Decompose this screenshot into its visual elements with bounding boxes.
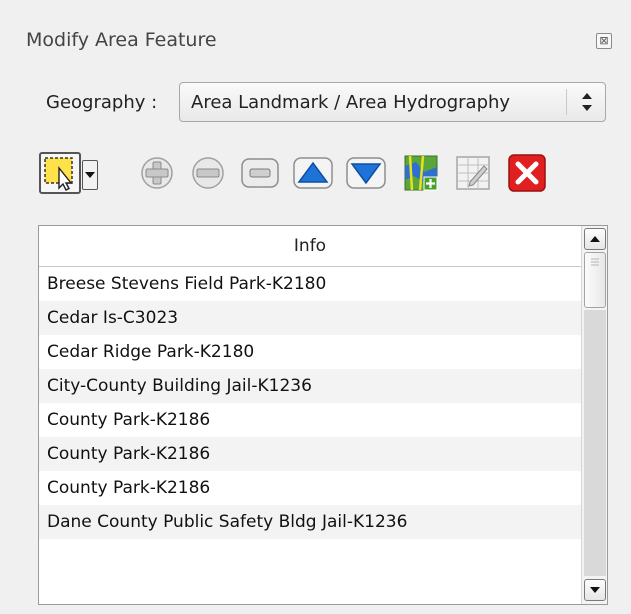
table-row[interactable]: Breese Stevens Field Park-K2180 (39, 267, 581, 301)
add-to-map-button[interactable] (400, 152, 442, 194)
geography-selected-value: Area Landmark / Area Hydrography (191, 92, 511, 113)
move-down-button[interactable] (345, 152, 387, 194)
vertical-scrollbar[interactable] (581, 226, 607, 604)
select-divider (566, 89, 567, 115)
edit-table-button[interactable] (452, 152, 494, 194)
select-icon (44, 157, 73, 191)
add-icon (141, 157, 173, 189)
table-row[interactable]: County Park-K2186 (39, 437, 581, 471)
move-down-icon (346, 157, 386, 189)
scroll-down-button[interactable] (584, 579, 606, 601)
table-row[interactable]: Dane County Public Safety Bldg Jail-K123… (39, 505, 581, 539)
info-table: Info Breese Stevens Field Park-K2180 Ced… (38, 225, 608, 605)
scroll-thumb[interactable] (584, 252, 606, 308)
remove-icon (192, 157, 224, 189)
geography-label: Geography : (46, 92, 158, 113)
remove-minus-button[interactable] (239, 152, 281, 194)
scroll-down-arrow-icon (590, 587, 600, 593)
table-row[interactable]: County Park-K2186 (39, 471, 581, 505)
panel-title: Modify Area Feature (26, 29, 217, 51)
table-row[interactable]: Cedar Ridge Park-K2180 (39, 335, 581, 369)
table-row[interactable]: City-County Building Jail-K1236 (39, 369, 581, 403)
scroll-up-arrow-icon (590, 236, 600, 242)
move-up-icon (293, 157, 333, 189)
grip-icon (591, 258, 599, 266)
remove-button[interactable] (187, 152, 229, 194)
minus-rect-icon (241, 158, 279, 188)
add-button[interactable] (136, 152, 178, 194)
move-up-button[interactable] (292, 152, 334, 194)
table-row[interactable]: County Park-K2186 (39, 403, 581, 437)
delete-button[interactable] (506, 152, 548, 194)
select-dropdown-button[interactable] (82, 160, 98, 190)
map-add-icon (404, 155, 438, 191)
scroll-up-button[interactable] (584, 228, 606, 250)
scroll-track[interactable] (584, 310, 606, 576)
delete-icon (508, 154, 546, 192)
updown-arrows-icon (582, 93, 592, 111)
geography-select[interactable]: Area Landmark / Area Hydrography (179, 82, 606, 122)
select-tool-button[interactable] (39, 152, 81, 194)
table-header-info[interactable]: Info (39, 226, 581, 267)
modify-area-feature-panel: Modify Area Feature ⊠ Geography : Area L… (0, 0, 631, 614)
edit-table-icon (456, 156, 490, 190)
dropdown-arrow-icon (85, 172, 95, 178)
table-row[interactable]: Cedar Is-C3023 (39, 301, 581, 335)
close-icon[interactable]: ⊠ (596, 33, 612, 49)
